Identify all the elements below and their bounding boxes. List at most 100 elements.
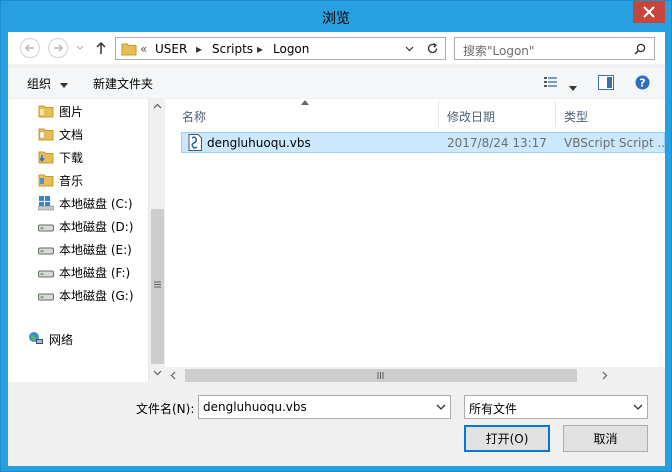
navigation-pane: 图片 文档 下载 音乐 本地磁盘 (C:) 本地磁盘 (D:) 本地磁盘 (E:… <box>8 99 148 382</box>
column-header-label: 修改日期 <box>447 110 496 124</box>
file-type-filter[interactable]: 所有文件 <box>464 395 648 419</box>
scrollbar-thumb[interactable] <box>151 209 164 364</box>
music-folder-icon <box>38 174 54 187</box>
scroll-down-icon[interactable] <box>153 370 162 376</box>
back-arrow-icon <box>24 44 34 52</box>
overflow-chevron-icon[interactable]: « <box>140 42 147 56</box>
help-button[interactable]: ? <box>635 75 650 93</box>
change-view-button[interactable] <box>544 76 559 92</box>
scrollbar-thumb[interactable] <box>185 369 577 382</box>
forward-button[interactable] <box>48 38 68 58</box>
window-title: 浏览 <box>322 11 350 27</box>
refresh-icon[interactable] <box>426 42 439 55</box>
dialog-body: « USER ▸ Scripts ▸ Logon 搜索"Logon" 组织 新建… <box>8 32 669 466</box>
sidebar-item-label: 本地磁盘 (C:) <box>59 197 133 211</box>
up-button[interactable] <box>94 40 108 56</box>
sidebar-item-label: 本地磁盘 (F:) <box>59 266 131 280</box>
search-placeholder: 搜索"Logon" <box>463 44 535 58</box>
drive-icon <box>38 270 54 278</box>
sidebar-item-label: 图片 <box>59 105 84 119</box>
sidebar-item-downloads[interactable]: 下载 <box>8 146 148 168</box>
address-bar[interactable]: « USER ▸ Scripts ▸ Logon <box>115 37 446 60</box>
details-view-icon <box>544 77 557 87</box>
scroll-right-icon[interactable] <box>602 371 608 380</box>
column-header-label: 类型 <box>564 110 589 124</box>
sidebar-item-documents[interactable]: 文档 <box>8 123 148 145</box>
title-bar[interactable]: 浏览 <box>1 1 671 33</box>
chevron-down-icon <box>569 86 577 91</box>
close-icon <box>643 6 655 18</box>
breadcrumb-separator-icon[interactable]: ▸ <box>257 42 263 56</box>
filename-input[interactable]: dengluhuoqu.vbs <box>198 395 451 419</box>
drive-icon <box>38 224 54 232</box>
sidebar-item-label: 下载 <box>59 151 84 165</box>
svg-text:?: ? <box>639 77 645 90</box>
scroll-left-icon[interactable] <box>170 371 176 380</box>
column-header-label: 名称 <box>182 110 207 124</box>
scroll-up-icon[interactable] <box>153 103 162 109</box>
folder-icon <box>121 43 137 56</box>
open-button[interactable]: 打开(O) <box>464 425 550 452</box>
back-button[interactable] <box>20 38 40 58</box>
new-folder-button[interactable]: 新建文件夹 <box>93 75 153 92</box>
downloads-folder-icon <box>38 151 54 164</box>
help-icon: ? <box>635 75 650 90</box>
navigation-bar: « USER ▸ Scripts ▸ Logon 搜索"Logon" <box>8 32 665 64</box>
drive-icon <box>38 293 54 301</box>
preview-pane-button[interactable] <box>598 75 614 93</box>
sidebar-item-drive-e[interactable]: 本地磁盘 (E:) <box>8 238 148 260</box>
sidebar-item-drive-d[interactable]: 本地磁盘 (D:) <box>8 215 148 237</box>
sidebar-item-label: 本地磁盘 (E:) <box>59 243 132 257</box>
sort-ascending-icon <box>301 100 309 105</box>
browse-dialog: 浏览 « USER ▸ Scripts ▸ Logon 搜索"Logon" 组织… <box>0 0 672 472</box>
file-name: dengluhuoqu.vbs <box>207 136 311 150</box>
forward-arrow-icon <box>54 44 64 52</box>
sidebar-item-pictures[interactable]: 图片 <box>8 100 148 122</box>
column-header-modified[interactable]: 修改日期 <box>439 99 555 129</box>
file-modified: 2017/8/24 13:17 <box>447 136 547 150</box>
cancel-button[interactable]: 取消 <box>563 425 648 452</box>
breadcrumb-logon[interactable]: Logon <box>273 42 309 56</box>
sidebar-item-label: 本地磁盘 (D:) <box>59 220 134 234</box>
sidebar-item-label: 本地磁盘 (G:) <box>59 289 134 303</box>
organize-button[interactable]: 组织 <box>27 75 68 92</box>
file-list-horizontal-scrollbar[interactable] <box>165 367 665 384</box>
close-button[interactable] <box>633 1 665 23</box>
command-bar: 组织 新建文件夹 ? <box>8 68 665 98</box>
search-icon[interactable] <box>634 43 646 55</box>
file-list: 名称 修改日期 类型 dengluhuoqu.vbs 2017/8/24 13:… <box>165 99 669 369</box>
network-icon <box>29 332 43 344</box>
file-type-filter-value: 所有文件 <box>469 402 518 416</box>
search-input[interactable]: 搜索"Logon" <box>454 37 655 60</box>
sidebar-item-label: 网络 <box>49 333 74 347</box>
sidebar-item-drive-f[interactable]: 本地磁盘 (F:) <box>8 261 148 283</box>
organize-label: 组织 <box>27 77 52 91</box>
chevron-down-icon[interactable] <box>435 401 447 413</box>
chevron-down-icon <box>76 45 84 50</box>
address-dropdown-icon[interactable] <box>405 46 414 52</box>
view-options-dropdown[interactable] <box>569 80 577 94</box>
breadcrumb-scripts[interactable]: Scripts <box>212 42 253 56</box>
navigation-pane-scrollbar[interactable] <box>148 99 165 382</box>
column-header-type[interactable]: 类型 <box>556 99 665 129</box>
sidebar-item-music[interactable]: 音乐 <box>8 169 148 191</box>
sidebar-item-drive-c[interactable]: 本地磁盘 (C:) <box>8 192 148 214</box>
file-type: VBScript Script ... <box>564 136 669 150</box>
vbscript-file-icon <box>188 134 202 151</box>
pictures-folder-icon <box>38 105 54 118</box>
grip-icon <box>377 372 384 379</box>
sidebar-item-network[interactable]: 网络 <box>8 328 148 350</box>
column-header-name[interactable]: 名称 <box>165 99 438 129</box>
filename-label: 文件名(N): <box>136 402 195 416</box>
up-arrow-icon <box>96 41 106 54</box>
drive-icon <box>38 247 54 255</box>
table-row[interactable]: dengluhuoqu.vbs 2017/8/24 13:17 VBScript… <box>181 132 669 153</box>
documents-folder-icon <box>38 128 54 141</box>
system-drive-icon <box>38 196 54 211</box>
recent-locations-button[interactable] <box>73 40 87 56</box>
breadcrumb-user[interactable]: USER <box>155 42 187 56</box>
chevron-down-icon[interactable] <box>632 401 644 413</box>
filename-value: dengluhuoqu.vbs <box>203 400 307 414</box>
breadcrumb-separator-icon[interactable]: ▸ <box>196 42 202 56</box>
sidebar-item-drive-g[interactable]: 本地磁盘 (G:) <box>8 284 148 306</box>
